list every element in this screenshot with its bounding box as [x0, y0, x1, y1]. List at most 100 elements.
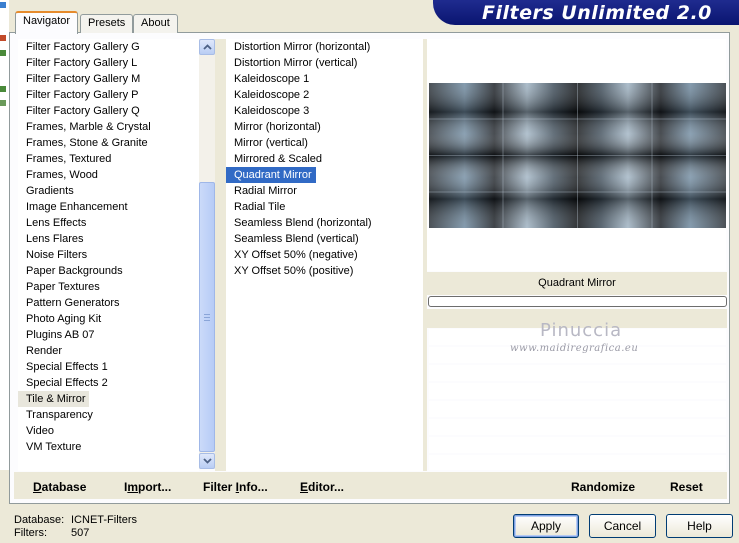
editor-button[interactable]: Editor...	[300, 480, 344, 494]
category-item[interactable]: Lens Flares	[18, 231, 199, 247]
category-item[interactable]: Lens Effects	[18, 215, 199, 231]
category-item[interactable]: Filter Factory Gallery P	[18, 87, 199, 103]
filter-list[interactable]: Distortion Mirror (horizontal) Distortion…	[226, 39, 423, 471]
filter-item[interactable]: Seamless Blend (horizontal)	[226, 215, 423, 231]
category-item[interactable]: VM Texture	[18, 439, 199, 455]
filter-item-label: Distortion Mirror (vertical)	[234, 57, 358, 69]
filter-item-label: Distortion Mirror (horizontal)	[234, 41, 371, 53]
category-item-label: Frames, Stone & Granite	[26, 137, 148, 149]
category-item[interactable]: Tile & Mirror	[18, 391, 199, 407]
filter-item-label: Seamless Blend (vertical)	[234, 233, 359, 245]
category-item[interactable]: Frames, Marble & Crystal	[18, 119, 199, 135]
category-item[interactable]: Gradients	[18, 183, 199, 199]
chevron-up-icon	[203, 44, 212, 50]
category-item[interactable]: Paper Textures	[18, 279, 199, 295]
category-item-label: Filter Factory Gallery P	[26, 89, 139, 101]
category-item-label: Frames, Wood	[26, 169, 98, 181]
category-item[interactable]: Photo Aging Kit	[18, 311, 199, 327]
category-item[interactable]: Video	[18, 423, 199, 439]
filters-label: Filters:	[14, 527, 47, 539]
left-edge-strip	[0, 0, 9, 470]
filter-item-label: XY Offset 50% (positive)	[234, 265, 354, 277]
filter-info-button[interactable]: Filter Info...	[203, 480, 268, 494]
scroll-down-button[interactable]	[199, 453, 215, 469]
filter-item[interactable]: Radial Tile	[226, 199, 423, 215]
app-title: Filters Unlimited 2.0	[482, 2, 712, 24]
category-item[interactable]: Special Effects 1	[18, 359, 199, 375]
filter-item-label: Kaleidoscope 1	[234, 73, 310, 85]
scroll-thumb[interactable]	[199, 182, 215, 452]
category-item[interactable]: Image Enhancement	[18, 199, 199, 215]
category-item-label: Filter Factory Gallery Q	[26, 105, 140, 117]
edge-marker	[0, 35, 6, 41]
filters-count: 507	[71, 527, 90, 539]
filter-preview-image	[429, 83, 726, 228]
filter-item[interactable]: Kaleidoscope 3	[226, 103, 423, 119]
filter-item[interactable]: XY Offset 50% (negative)	[226, 247, 423, 263]
parameter-slot	[429, 401, 726, 417]
preview-filter-name: Quadrant Mirror	[427, 272, 727, 295]
filter-item[interactable]: Kaleidoscope 2	[226, 87, 423, 103]
category-item-label: VM Texture	[26, 441, 82, 453]
filter-item[interactable]: XY Offset 50% (positive)	[226, 263, 423, 279]
category-item[interactable]: Frames, Textured	[18, 151, 199, 167]
category-item-label: Lens Flares	[26, 233, 84, 245]
database-button[interactable]: Database	[33, 480, 86, 494]
filter-item-label: Quadrant Mirror	[226, 167, 316, 183]
divider	[215, 39, 226, 471]
filter-item[interactable]: Mirrored & Scaled	[226, 151, 423, 167]
filter-item[interactable]: Distortion Mirror (vertical)	[226, 55, 423, 71]
reset-button[interactable]: Reset	[670, 480, 703, 494]
category-item-label: Paper Backgrounds	[26, 265, 123, 277]
category-item[interactable]: Pattern Generators	[18, 295, 199, 311]
category-item[interactable]: Frames, Stone & Granite	[18, 135, 199, 151]
category-item[interactable]: Filter Factory Gallery G	[18, 39, 199, 55]
category-item[interactable]: Render	[18, 343, 199, 359]
cancel-button[interactable]: Cancel	[589, 514, 656, 538]
category-item-label: Gradients	[26, 185, 74, 197]
category-item[interactable]: Filter Factory Gallery L	[18, 55, 199, 71]
category-item-label: Noise Filters	[26, 249, 88, 261]
category-item-label: Lens Effects	[26, 217, 87, 229]
category-item[interactable]: Paper Backgrounds	[18, 263, 199, 279]
import-button[interactable]: Import...	[124, 480, 171, 494]
category-item-label: Filter Factory Gallery L	[26, 57, 138, 69]
category-item[interactable]: Special Effects 2	[18, 375, 199, 391]
filter-item[interactable]: Quadrant Mirror	[226, 167, 423, 183]
category-scrollbar[interactable]	[199, 39, 215, 469]
category-item-label: Transparency	[26, 409, 93, 421]
category-item-label: Filter Factory Gallery M	[26, 73, 141, 85]
filter-item[interactable]: Kaleidoscope 1	[226, 71, 423, 87]
filter-item[interactable]: Seamless Blend (vertical)	[226, 231, 423, 247]
edge-marker	[0, 50, 6, 56]
category-item[interactable]: Filter Factory Gallery M	[18, 71, 199, 87]
filter-item-label: Radial Tile	[234, 201, 286, 213]
category-item[interactable]: Frames, Wood	[18, 167, 199, 183]
category-item-label: Frames, Textured	[26, 153, 112, 165]
filter-item[interactable]: Distortion Mirror (horizontal)	[226, 39, 423, 55]
category-list[interactable]: Filter Factory Gallery G Filter Factory G…	[18, 39, 199, 471]
apply-button[interactable]: Apply	[513, 514, 579, 538]
category-item-label: Filter Factory Gallery G	[26, 41, 140, 53]
tab-about[interactable]: About	[133, 14, 178, 33]
grip-icon	[204, 314, 210, 321]
parameter-slot	[429, 383, 726, 399]
filter-item[interactable]: Radial Mirror	[226, 183, 423, 199]
category-item[interactable]: Plugins AB 07	[18, 327, 199, 343]
edge-marker	[0, 2, 6, 8]
filter-item[interactable]: Mirror (vertical)	[226, 135, 423, 151]
edge-marker	[0, 86, 6, 92]
category-item[interactable]: Filter Factory Gallery Q	[18, 103, 199, 119]
category-item[interactable]: Transparency	[18, 407, 199, 423]
filter-item[interactable]: Mirror (horizontal)	[226, 119, 423, 135]
filter-item-label: Kaleidoscope 3	[234, 105, 310, 117]
filter-item-label: Mirror (horizontal)	[234, 121, 321, 133]
category-item[interactable]: Noise Filters	[18, 247, 199, 263]
tab-presets[interactable]: Presets	[80, 14, 134, 33]
category-item-label: Special Effects 1	[26, 361, 108, 373]
tab-navigator[interactable]: Navigator	[15, 11, 79, 34]
help-button[interactable]: Help	[666, 514, 733, 538]
filter-item-label: Radial Mirror	[234, 185, 297, 197]
scroll-up-button[interactable]	[199, 39, 215, 55]
randomize-button[interactable]: Randomize	[571, 480, 635, 494]
